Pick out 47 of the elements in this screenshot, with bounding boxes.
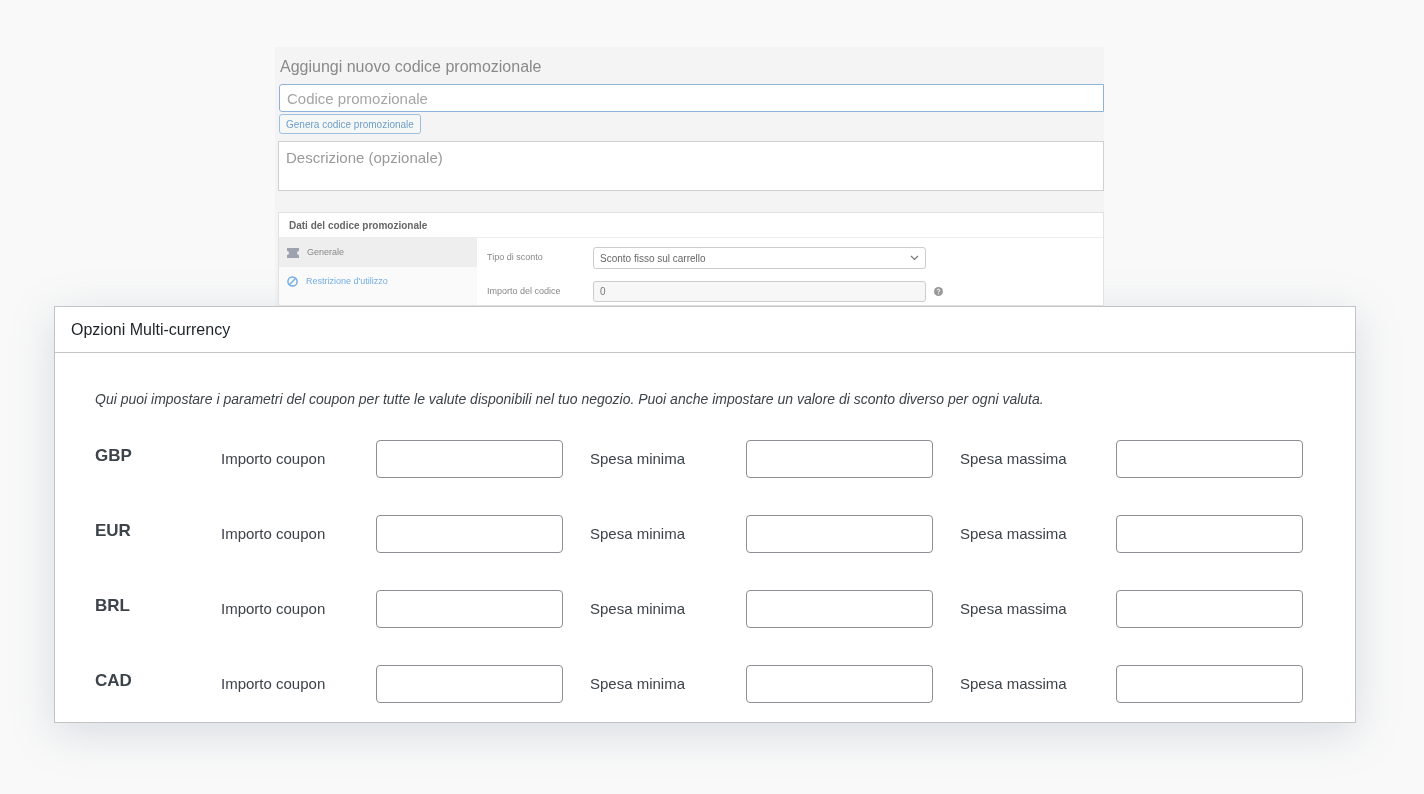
field-label: Importo coupon [221, 673, 327, 694]
description-field[interactable]: Descrizione (opzionale) [278, 141, 1104, 191]
field-label: Spesa massima [960, 523, 1068, 544]
field-label: Importo coupon [221, 523, 327, 544]
field-label: Importo coupon [221, 598, 327, 619]
card-title: Opzioni Multi-currency [55, 307, 1355, 353]
amount-field[interactable] [1116, 665, 1303, 703]
generate-code-button[interactable]: Genera codice promozionale [279, 114, 421, 134]
field-label: Spesa massima [960, 673, 1068, 694]
discount-type-select[interactable]: Sconto fisso sul carrello [593, 247, 926, 269]
amount-field[interactable] [376, 665, 563, 703]
amount-field[interactable] [376, 440, 563, 478]
select-value: Sconto fisso sul carrello [600, 251, 706, 266]
amount-field[interactable] [376, 590, 563, 628]
amount-field[interactable] [746, 590, 933, 628]
tab-label: Generale [307, 245, 345, 259]
tab-label: Restrizione d'utilizzo [306, 274, 388, 288]
panel-tab[interactable]: Restrizione d'utilizzo [279, 267, 477, 296]
panel-tab[interactable]: Generale [279, 238, 477, 267]
field-label: Spesa massima [960, 598, 1068, 619]
field-label: Importo coupon [221, 448, 327, 469]
page-title: Aggiungi nuovo codice promozionale [279, 57, 543, 77]
chevron-down-icon [910, 255, 919, 261]
currency-code: CAD [95, 670, 133, 693]
field-label: Importo del codice [487, 284, 562, 298]
field-label: Spesa minima [590, 673, 687, 694]
amount-field[interactable] [1116, 590, 1303, 628]
field-label: Spesa minima [590, 448, 687, 469]
amount-field[interactable] [376, 515, 563, 553]
prohibited-icon [287, 276, 298, 287]
card-description: Qui puoi impostare i parametri del coupon per tutte le valute disponibili nel tuo negozio. Puoi anche impostare un valore di sconto diverso per ogni valuta. [94, 390, 1045, 409]
amount-field[interactable] [1116, 515, 1303, 553]
field-label: Spesa minima [590, 598, 687, 619]
amount-field[interactable] [746, 665, 933, 703]
ticket-icon [287, 247, 299, 258]
code-field[interactable]: Codice promozionale [279, 84, 1104, 112]
amount-field[interactable] [746, 440, 933, 478]
field-label: Spesa minima [590, 523, 687, 544]
currency-code: BRL [95, 595, 131, 618]
currency-code: EUR [95, 520, 132, 543]
amount-field[interactable] [746, 515, 933, 553]
currency-code: GBP [95, 445, 133, 468]
amount-field[interactable]: 0 [593, 281, 926, 302]
field-label: Tipo di sconto [487, 251, 544, 265]
amount-field[interactable] [1116, 440, 1303, 478]
field-label: Spesa massima [960, 448, 1068, 469]
help-icon [934, 287, 943, 296]
